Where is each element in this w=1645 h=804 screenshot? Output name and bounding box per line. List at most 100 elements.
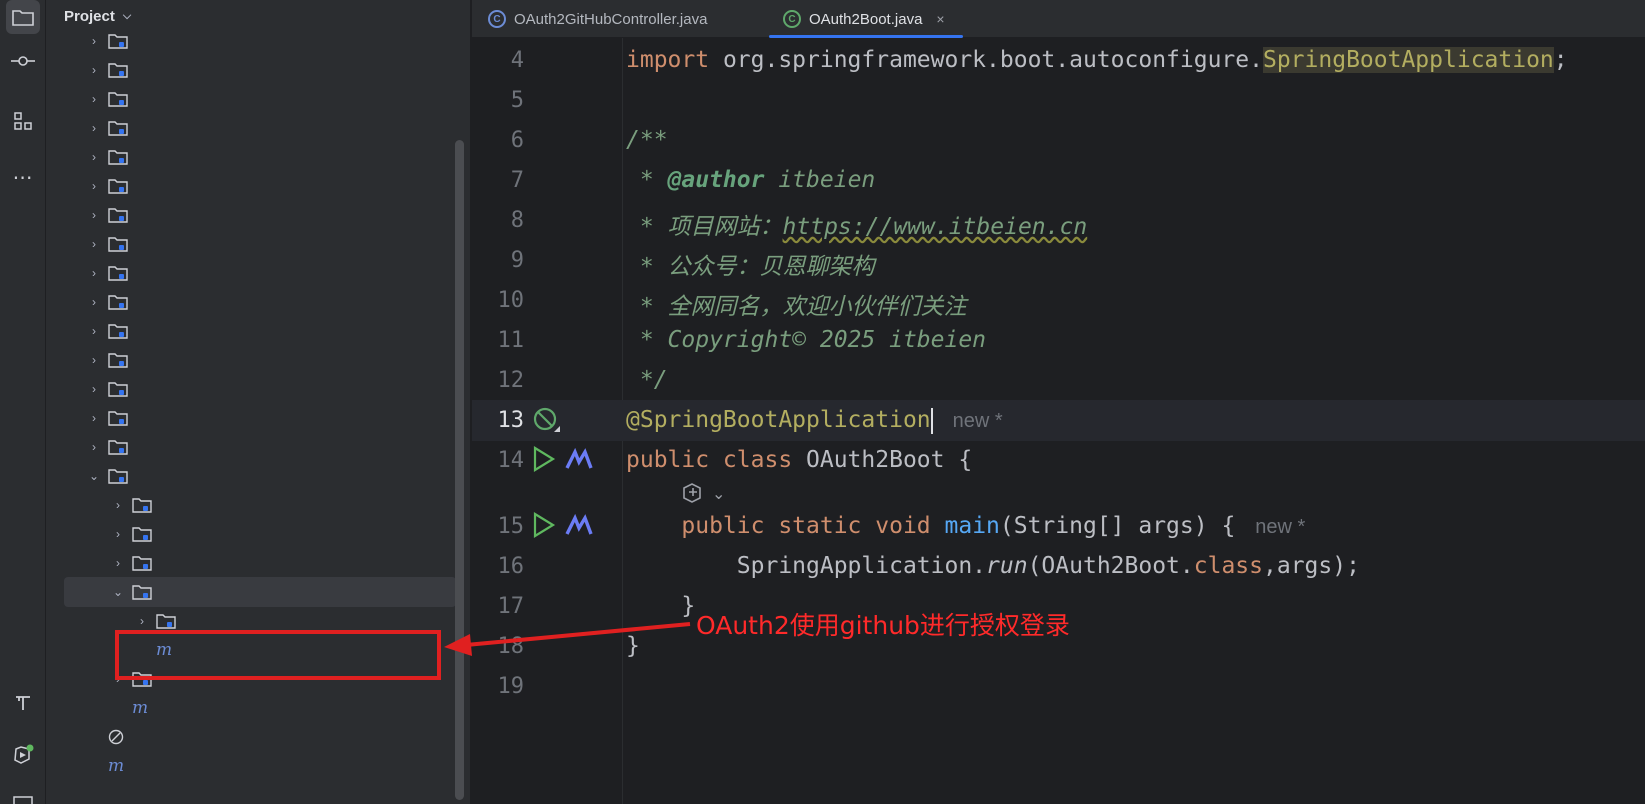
tab-oauth2-github-controller[interactable]: C OAuth2GitHubController.java [488, 0, 707, 38]
more-icon[interactable]: ⋯ [6, 160, 40, 194]
inlay-hint[interactable]: new * [953, 410, 1003, 432]
module-folder-icon [132, 556, 152, 571]
line-number: 5 [510, 88, 524, 113]
tree-item[interactable]: › [46, 26, 456, 56]
tree-item[interactable]: › [46, 345, 456, 375]
project-scrollbar[interactable] [455, 140, 464, 800]
close-icon[interactable]: × [936, 11, 944, 27]
module-folder-icon [132, 498, 152, 513]
code-line[interactable]: 8 * 项目网站：https://www.itbeien.cn [472, 200, 1645, 241]
code-token: public static void [626, 513, 945, 539]
chevron-right-icon[interactable]: › [86, 237, 102, 251]
code-text: SpringApplication.run(OAuth2Boot.class,a… [626, 553, 1360, 579]
run-icon[interactable] [532, 512, 556, 544]
folder-icon[interactable] [6, 0, 40, 34]
module-folder-icon [108, 150, 128, 165]
tree-item[interactable]: m [46, 693, 456, 723]
structure-icon[interactable] [6, 104, 40, 138]
line-number: 13 [497, 408, 525, 433]
chevron-right-icon[interactable]: › [86, 92, 102, 106]
editor-area: C OAuth2GitHubController.java C OAuth2Bo… [472, 0, 1645, 804]
tree-item[interactable]: › [46, 113, 456, 143]
chevron-right-icon[interactable]: › [86, 382, 102, 396]
code-line[interactable]: 13 @SpringBootApplication new * [472, 400, 1645, 441]
services-icon[interactable] [6, 738, 40, 772]
chevron-right-icon[interactable]: › [134, 614, 150, 628]
chevron-right-icon[interactable]: › [86, 324, 102, 338]
code-text: @SpringBootApplication new * [626, 407, 1003, 434]
code-line[interactable]: 7 * @author itbeien [472, 160, 1645, 201]
inlay-hint[interactable]: new * [1255, 516, 1305, 538]
ai-assistant-icon[interactable] [564, 512, 594, 544]
editor-tabs: C OAuth2GitHubController.java C OAuth2Bo… [472, 0, 1645, 38]
chevron-down-icon[interactable]: ⌄ [110, 585, 126, 599]
chevron-right-icon[interactable]: › [86, 34, 102, 48]
code-vision-widget[interactable]: ⌄ [680, 482, 725, 506]
chevron-right-icon[interactable]: › [86, 208, 102, 222]
code-line[interactable]: 9 * 公众号：贝恩聊架构 [472, 240, 1645, 281]
tree-item[interactable]: › [46, 403, 456, 433]
code-text: * 公众号：贝恩聊架构 [626, 247, 875, 281]
build-icon[interactable] [6, 686, 40, 720]
code-line[interactable]: 10 * 全网同名，欢迎小伙伴们关注 [472, 280, 1645, 321]
chevron-right-icon[interactable]: › [86, 150, 102, 164]
code-token: /** [626, 127, 668, 153]
chevron-right-icon[interactable]: › [86, 295, 102, 309]
code-text: * 项目网站：https://www.itbeien.cn [626, 207, 1087, 241]
tree-item[interactable]: › [46, 316, 456, 346]
tree-item[interactable]: › [46, 171, 456, 201]
code-line[interactable]: 11 * Copyright© 2025 itbeien [472, 320, 1645, 361]
chevron-right-icon[interactable]: › [110, 556, 126, 570]
chevron-down-icon[interactable]: ⌄ [86, 469, 102, 483]
chevron-right-icon[interactable]: › [110, 498, 126, 512]
chevron-right-icon[interactable]: › [86, 121, 102, 135]
module-folder-icon [108, 469, 128, 484]
ai-assistant-icon[interactable] [564, 446, 594, 478]
chevron-right-icon[interactable]: › [86, 266, 102, 280]
code-line[interactable]: 4 import org.springframework.boot.autocon… [472, 40, 1645, 81]
code-line[interactable]: 19 [472, 666, 1645, 707]
line-number: 4 [510, 48, 524, 73]
tab-oauth2-boot[interactable]: C OAuth2Boot.java × [769, 0, 963, 38]
code-line[interactable]: 5 [472, 80, 1645, 121]
tree-item[interactable]: › [46, 258, 456, 288]
chevron-right-icon[interactable]: › [86, 353, 102, 367]
tree-item[interactable]: › [46, 519, 456, 549]
chevron-right-icon[interactable]: › [86, 440, 102, 454]
commit-icon[interactable] [6, 44, 40, 78]
project-title: Project [64, 7, 115, 25]
code-token: (OAuth2Boot. [1027, 553, 1194, 579]
chevron-right-icon[interactable]: › [86, 411, 102, 425]
run-icon[interactable] [532, 446, 556, 478]
ai-sparkle-icon [683, 483, 701, 503]
code-line[interactable]: 12 */ [472, 360, 1645, 401]
tree-item[interactable]: › [46, 142, 456, 172]
tree-item[interactable]: › [46, 84, 456, 114]
tree-item[interactable]: ⌄ [46, 461, 456, 491]
tree-item[interactable] [46, 722, 456, 752]
tree-item[interactable]: › [46, 432, 456, 462]
code-line[interactable]: 14 public class OAuth2Boot { [472, 440, 1645, 481]
module-folder-icon [108, 92, 128, 107]
chevron-right-icon[interactable]: › [86, 63, 102, 77]
tree-item[interactable]: › [46, 490, 456, 520]
chevron-right-icon[interactable]: › [110, 527, 126, 541]
code-line[interactable]: 16 SpringApplication.run(OAuth2Boot.clas… [472, 546, 1645, 587]
annotation-text: OAuth2使用github进行授权登录 [696, 611, 1070, 640]
code-line[interactable]: 15 public static void main(String[] args… [472, 506, 1645, 547]
chevron-right-icon[interactable]: › [86, 179, 102, 193]
maven-icon: m [132, 698, 149, 718]
chevron-down-icon[interactable]: ⌵ [123, 10, 131, 23]
tree-item[interactable]: › [46, 229, 456, 259]
terminal-icon[interactable] [6, 786, 40, 804]
tree-item[interactable]: › [46, 548, 456, 578]
spring-bean-icon[interactable] [532, 406, 560, 440]
code-line[interactable]: 6 /** [472, 120, 1645, 161]
tree-item[interactable]: › [46, 374, 456, 404]
code-token: * 公众号：贝恩聊架构 [626, 254, 875, 280]
tree-item[interactable]: › [46, 287, 456, 317]
tree-item[interactable]: › [46, 200, 456, 230]
tree-item[interactable]: ⌄ [64, 577, 456, 607]
tree-item[interactable]: m [46, 751, 456, 781]
tree-item[interactable]: › [46, 55, 456, 85]
